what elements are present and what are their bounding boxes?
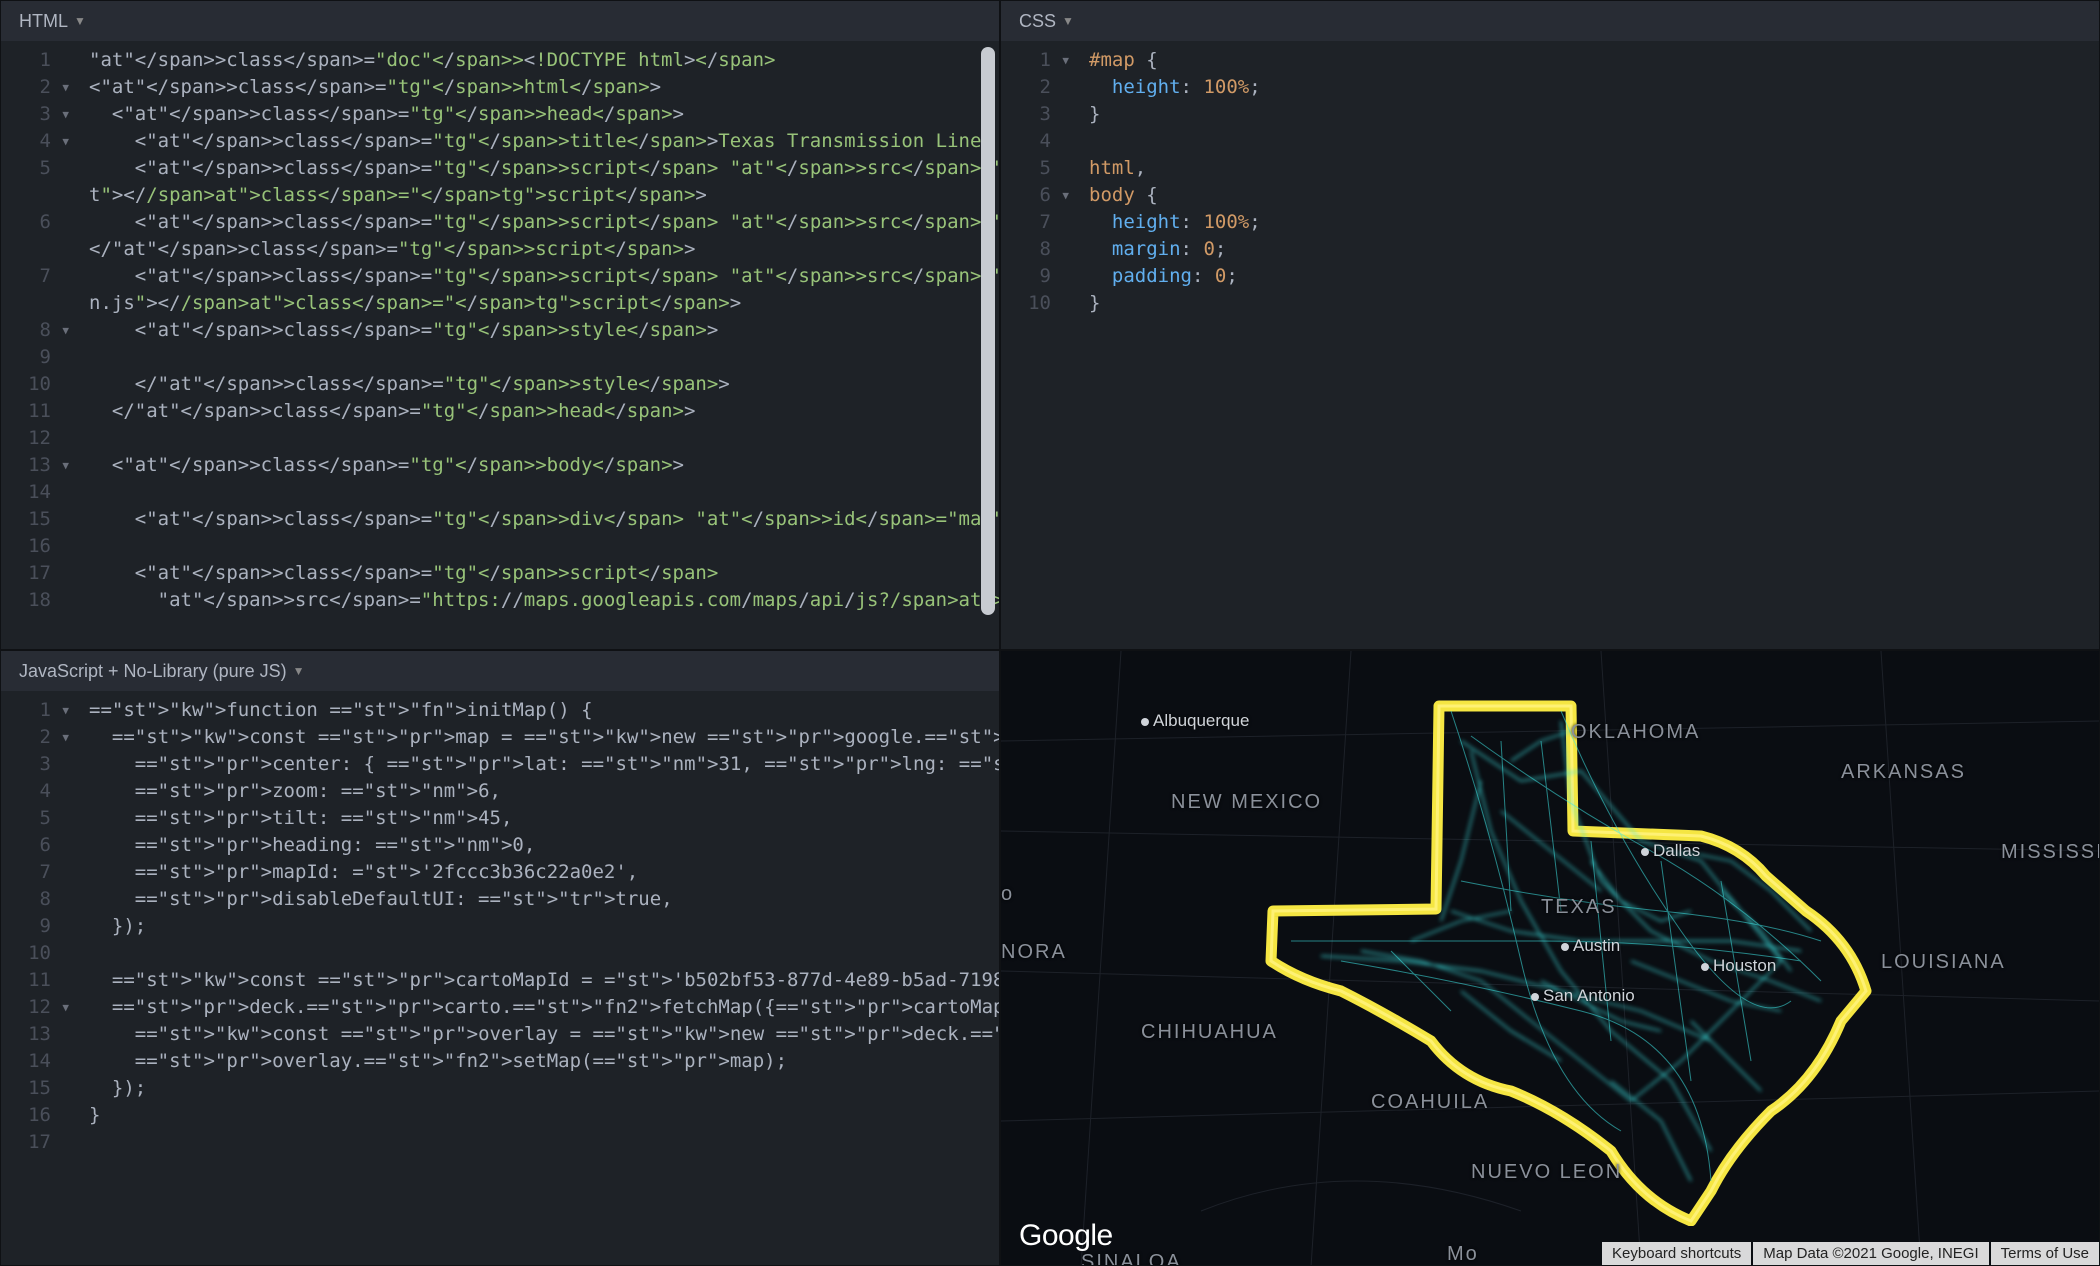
js-gutter: 1▼2▼3456789101112▼1314151617 (1, 691, 61, 1265)
js-code[interactable]: =="st">"kw">function =="st">"fn">initMap… (61, 691, 999, 1265)
state-label: LOUISIANA (1881, 951, 2006, 974)
css-gutter: 1▼23456▼78910 (1001, 41, 1061, 649)
state-label: TEXAS (1541, 896, 1617, 919)
state-label: COAHUILA (1371, 1091, 1489, 1114)
js-editor[interactable]: 1▼2▼3456789101112▼1314151617 =="st">"kw"… (1, 691, 999, 1265)
js-panel: JavaScript + No-Library (pure JS) ▼ 1▼2▼… (0, 650, 1000, 1266)
html-editor[interactable]: 12▼3▼4▼5678▼910111213▼1415161718 "at"</s… (1, 41, 999, 649)
chevron-down-icon: ▼ (1062, 14, 1074, 28)
chevron-down-icon: ▼ (74, 14, 86, 28)
html-code[interactable]: "at"</span>>class</span>="doc"</span>><!… (61, 41, 999, 649)
css-panel-title: CSS (1019, 11, 1056, 32)
state-label: NEW MEXICO (1171, 791, 1322, 814)
map-canvas[interactable]: OKLAHOMA ARKANSAS NEW MEXICO MISSISSIPPI TEX… (1001, 651, 2099, 1265)
html-panel-title: HTML (19, 11, 68, 32)
city-label: San Antonio (1531, 986, 1635, 1006)
city-label: Albuquerque (1141, 711, 1249, 731)
scrollbar-thumb[interactable] (981, 47, 995, 615)
state-label: SINALOA (1081, 1251, 1182, 1266)
terms-of-use-link[interactable]: Terms of Use (1991, 1242, 2099, 1265)
css-panel-header[interactable]: CSS ▼ (1001, 1, 2099, 41)
city-label: Austin (1561, 936, 1620, 956)
city-label: Houston (1701, 956, 1776, 976)
state-label: NUEVO LEON (1471, 1161, 1622, 1184)
html-panel: HTML ▼ 12▼3▼4▼5678▼910111213▼1415161718 … (0, 0, 1000, 650)
map-attribution-bar: Keyboard shortcuts Map Data ©2021 Google… (1602, 1242, 2099, 1265)
city-label: Dallas (1641, 841, 1700, 861)
partial-label: Mo (1447, 1243, 1479, 1266)
state-label: ARKANSAS (1841, 761, 1966, 784)
html-gutter: 12▼3▼4▼5678▼910111213▼1415161718 (1, 41, 61, 649)
map-data-attribution: Map Data ©2021 Google, INEGI (1753, 1242, 1988, 1265)
js-panel-header[interactable]: JavaScript + No-Library (pure JS) ▼ (1, 651, 999, 691)
css-panel: CSS ▼ 1▼23456▼78910 #map { height: 100%;… (1000, 0, 2100, 650)
keyboard-shortcuts-link[interactable]: Keyboard shortcuts (1602, 1242, 1751, 1265)
state-label: OKLAHOMA (1571, 721, 1700, 744)
js-panel-title: JavaScript + No-Library (pure JS) (19, 661, 287, 682)
css-code[interactable]: #map { height: 100%;} html,body { height… (1061, 41, 2099, 649)
html-panel-header[interactable]: HTML ▼ (1, 1, 999, 41)
result-panel: OKLAHOMA ARKANSAS NEW MEXICO MISSISSIPPI TEX… (1000, 650, 2100, 1266)
partial-label: NORA (1001, 941, 1067, 964)
css-editor[interactable]: 1▼23456▼78910 #map { height: 100%;} html… (1001, 41, 2099, 649)
partial-label: o (1001, 883, 1014, 906)
state-label: MISSISSIPPI (2001, 841, 2100, 864)
state-label: CHIHUAHUA (1141, 1021, 1278, 1044)
chevron-down-icon: ▼ (293, 664, 305, 678)
google-logo: Google (1019, 1219, 1113, 1253)
